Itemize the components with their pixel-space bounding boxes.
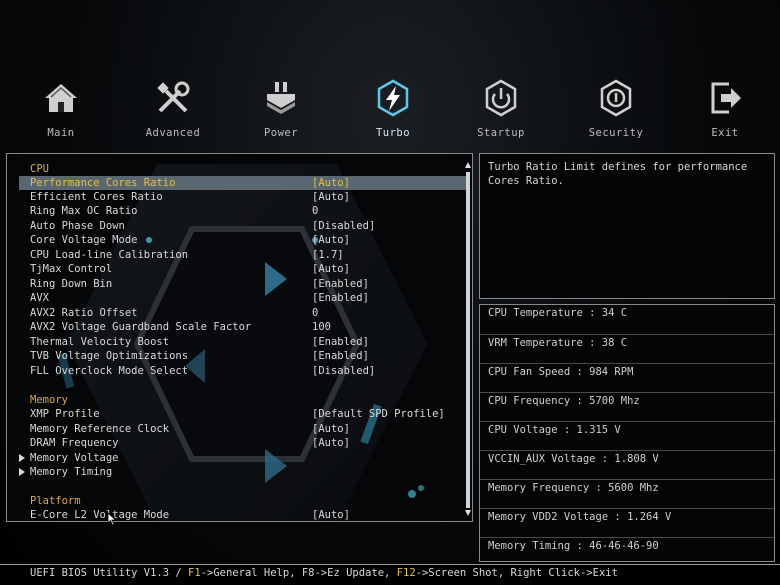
shield-icon bbox=[600, 79, 632, 117]
setting-avx[interactable]: AVX [Enabled] bbox=[19, 291, 467, 305]
setting-ring-down-bin[interactable]: Ring Down Bin [Enabled] bbox=[19, 277, 467, 291]
setting-dram-frequency[interactable]: DRAM Frequency [Auto] bbox=[19, 436, 467, 450]
hardware-monitor-panel: CPU Temperature : 34 C VRM Temperature :… bbox=[479, 304, 775, 562]
nav-label: Advanced bbox=[145, 127, 201, 139]
nav-label: Turbo bbox=[375, 127, 411, 139]
f12-key-hint: F12 bbox=[396, 567, 416, 579]
info-cpu-frequency: CPU Frequency : 5700 Mhz bbox=[480, 392, 774, 421]
submenu-memory-timing[interactable]: Memory Timing bbox=[19, 465, 467, 479]
info-vrm-temperature: VRM Temperature : 38 C bbox=[480, 334, 774, 363]
setting-tvb-voltage-optimizations[interactable]: TVB Voltage Optimizations [Enabled] bbox=[19, 349, 467, 363]
setting-memory-reference-clock[interactable]: Memory Reference Clock [Auto] bbox=[19, 422, 467, 436]
setting-tjmax-control[interactable]: TjMax Control [Auto] bbox=[19, 262, 467, 276]
help-panel: Turbo Ratio Limit defines for performanc… bbox=[479, 153, 775, 299]
chevron-right-icon bbox=[19, 468, 25, 476]
info-cpu-fan-speed: CPU Fan Speed : 984 RPM bbox=[480, 363, 774, 392]
nav-label: Exit bbox=[711, 127, 739, 139]
nav-advanced[interactable]: Advanced bbox=[133, 78, 213, 139]
nav-label: Startup bbox=[477, 127, 525, 139]
info-cpu-temperature: CPU Temperature : 34 C bbox=[488, 307, 628, 319]
status-bar: UEFI BIOS Utility V1.3 / F1->General Hel… bbox=[0, 564, 780, 585]
nav-security[interactable]: Security bbox=[576, 78, 656, 139]
scroll-up-arrow-icon[interactable] bbox=[465, 162, 471, 168]
setting-performance-cores-ratio[interactable]: Performance Cores Ratio [Auto] bbox=[19, 176, 467, 190]
settings-panel: CPU Performance Cores Ratio [Auto] Effic… bbox=[6, 153, 473, 522]
setting-xmp-profile[interactable]: XMP Profile [Default SPD Profile] bbox=[19, 407, 467, 421]
info-cpu-voltage: CPU Voltage : 1.315 V bbox=[480, 421, 774, 450]
scrollbar-thumb[interactable] bbox=[466, 172, 470, 508]
scroll-down-arrow-icon[interactable] bbox=[465, 510, 471, 516]
section-header-cpu: CPU bbox=[30, 163, 49, 175]
nav-label: Main bbox=[47, 127, 75, 139]
help-text: Turbo Ratio Limit defines for performanc… bbox=[488, 161, 748, 187]
nav-startup[interactable]: Startup bbox=[461, 78, 541, 139]
section-header-platform: Platform bbox=[30, 495, 81, 507]
turbo-lightning-icon bbox=[377, 79, 409, 117]
submenu-memory-voltage[interactable]: Memory Voltage bbox=[19, 451, 467, 465]
setting-ring-max-oc-ratio[interactable]: Ring Max OC Ratio 0 bbox=[19, 204, 467, 218]
mouse-cursor-icon bbox=[107, 512, 117, 526]
f1-key-hint: F1 bbox=[188, 567, 201, 579]
info-memory-vdd2-voltage: Memory VDD2 Voltage : 1.264 V bbox=[480, 508, 774, 537]
setting-e-core-l2-voltage-mode[interactable]: E-Core L2 Voltage Mode [Auto] bbox=[19, 508, 467, 521]
home-icon bbox=[45, 84, 77, 112]
nav-label: Security bbox=[588, 127, 644, 139]
power-chip-icon bbox=[267, 82, 295, 114]
setting-avx2-ratio-offset[interactable]: AVX2 Ratio Offset 0 bbox=[19, 306, 467, 320]
nav-main[interactable]: Main bbox=[21, 78, 101, 139]
info-vccin-aux-voltage: VCCIN_AUX Voltage : 1.808 V bbox=[480, 450, 774, 479]
nav-exit[interactable]: Exit bbox=[685, 78, 765, 139]
exit-icon bbox=[711, 82, 741, 114]
info-memory-timing: Memory Timing : 46-46-46-90 bbox=[480, 537, 774, 566]
nav-label: Power bbox=[263, 127, 299, 139]
chevron-right-icon bbox=[19, 454, 25, 462]
setting-core-voltage-mode[interactable]: Core Voltage Mode [Auto] bbox=[19, 233, 467, 247]
setting-avx2-voltage-guardband[interactable]: AVX2 Voltage Guardband Scale Factor 100 bbox=[19, 320, 467, 334]
setting-cpu-load-line-calibration[interactable]: CPU Load-line Calibration [1.7] bbox=[19, 248, 467, 262]
setting-fll-overclock-mode[interactable]: FLL Overclock Mode Select [Disabled] bbox=[19, 364, 467, 378]
nav-power[interactable]: Power bbox=[241, 78, 321, 139]
startup-power-icon bbox=[485, 79, 517, 117]
section-header-memory: Memory bbox=[30, 394, 68, 406]
scrollbar[interactable] bbox=[465, 162, 471, 518]
info-memory-frequency: Memory Frequency : 5600 Mhz bbox=[480, 479, 774, 508]
tools-icon bbox=[157, 81, 190, 113]
setting-thermal-velocity-boost[interactable]: Thermal Velocity Boost [Enabled] bbox=[19, 335, 467, 349]
setting-efficient-cores-ratio[interactable]: Efficient Cores Ratio [Auto] bbox=[19, 190, 467, 204]
setting-auto-phase-down[interactable]: Auto Phase Down [Disabled] bbox=[19, 219, 467, 233]
nav-turbo[interactable]: Turbo bbox=[353, 78, 433, 139]
